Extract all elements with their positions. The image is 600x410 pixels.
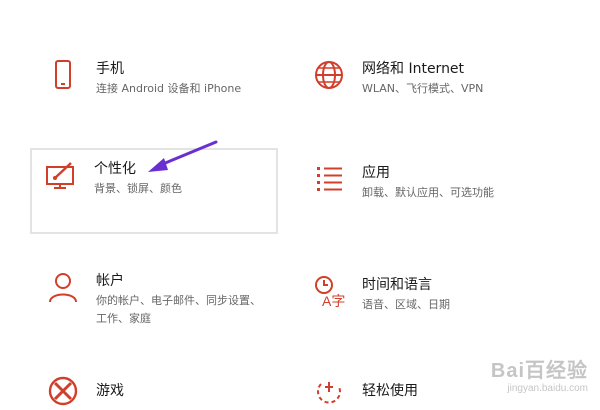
tile-description: 你的帐户、电子邮件、同步设置、工作、家庭 — [96, 294, 261, 325]
tile-description: WLAN、飞行模式、VPN — [362, 82, 484, 95]
settings-tile-time-language[interactable]: A字 时间和语言 语音、区域、日期 — [298, 264, 568, 334]
svg-text:A字: A字 — [322, 293, 345, 308]
tile-title: 手机 — [96, 61, 124, 77]
watermark: Bai百经验 jingyan.baidu.com — [491, 354, 588, 394]
ease-of-access-icon — [312, 374, 346, 408]
annotation-arrow-icon — [148, 140, 218, 172]
time-language-icon: A字 — [312, 274, 346, 308]
tile-title: 帐户 — [96, 273, 124, 289]
tile-title: 游戏 — [96, 383, 124, 399]
settings-tile-gaming[interactable]: 游戏 — [32, 370, 278, 410]
tile-description: 连接 Android 设备和 iPhone — [96, 82, 242, 95]
person-icon — [46, 270, 80, 304]
settings-tile-apps[interactable]: 应用 卸载、默认应用、可选功能 — [298, 152, 568, 226]
tile-title: 应用 — [362, 165, 390, 181]
xbox-icon — [46, 374, 80, 408]
settings-tile-network[interactable]: 网络和 Internet WLAN、飞行模式、VPN — [298, 48, 568, 122]
personalization-icon — [44, 158, 78, 192]
tile-title: 网络和 Internet — [362, 61, 465, 77]
apps-list-icon — [312, 162, 346, 196]
globe-icon — [312, 58, 346, 92]
tile-title: 个性化 — [94, 161, 136, 177]
tile-title: 轻松使用 — [362, 383, 418, 399]
tile-description: 卸载、默认应用、可选功能 — [362, 186, 494, 199]
watermark-logo: Bai百经验 — [490, 360, 588, 382]
tile-description: 背景、锁屏、颜色 — [94, 182, 182, 195]
tile-title: 时间和语言 — [362, 277, 432, 293]
tile-description: 语音、区域、日期 — [362, 298, 450, 311]
phone-icon — [46, 58, 80, 92]
watermark-url: jingyan.baidu.com — [507, 383, 588, 394]
settings-tile-phone[interactable]: 手机 连接 Android 设备和 iPhone — [32, 48, 278, 122]
settings-tile-accounts[interactable]: 帐户 你的帐户、电子邮件、同步设置、工作、家庭 — [32, 260, 278, 334]
